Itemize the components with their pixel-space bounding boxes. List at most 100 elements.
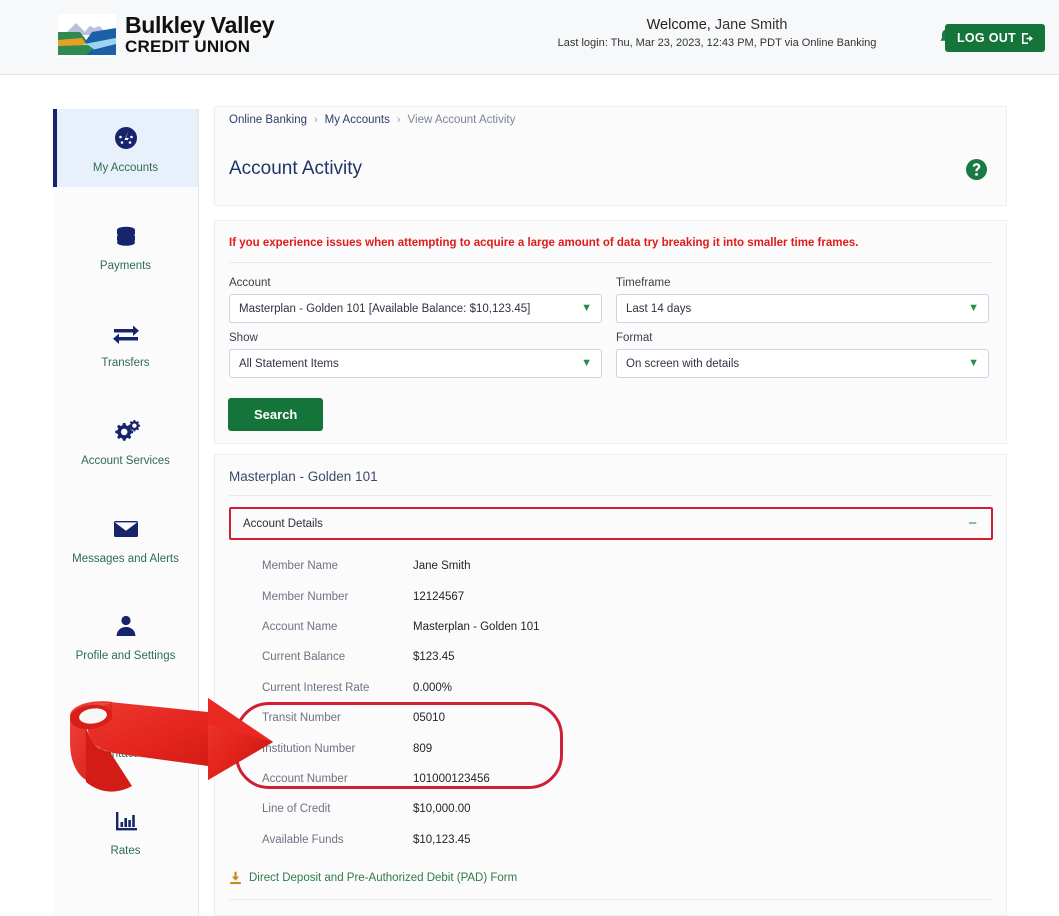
sidebar-item-profile-and-settings[interactable]: Profile and Settings	[53, 597, 198, 675]
table-row-transit-number: Transit Number 05010	[229, 703, 993, 733]
row-label: Transit Number	[262, 712, 341, 725]
sidebar-item-my-accounts[interactable]: My Accounts	[53, 109, 198, 187]
table-row: Current Balance $123.45	[229, 642, 993, 672]
brand-wordmark: Bulkley Valley CREDIT UNION	[125, 12, 275, 57]
download-icon	[230, 871, 241, 885]
sidebar-item-label: Contact Us	[97, 747, 154, 760]
row-value: Masterplan - Golden 101	[413, 620, 540, 633]
help-circle-icon[interactable]	[965, 158, 988, 181]
show-field-label: Show	[229, 332, 258, 344]
brand-line-1: Bulkley Valley	[125, 12, 275, 38]
sidebar-item-label: Payments	[99, 259, 152, 272]
row-value: 05010	[413, 712, 445, 725]
sidebar-item-messages-and-alerts[interactable]: Messages and Alerts	[53, 500, 198, 578]
format-field: Format On screen with details ▼	[616, 332, 989, 378]
account-details-accordion-header[interactable]: Account Details −	[229, 507, 993, 540]
breadcrumb: Online Banking › My Accounts › View Acco…	[214, 106, 1007, 133]
sidebar-item-contact-us[interactable]: Contact Us	[53, 695, 198, 773]
sidebar-item-account-services[interactable]: Account Services	[53, 402, 198, 480]
table-row-institution-number: Institution Number 809	[229, 733, 993, 763]
divider	[229, 899, 993, 900]
sidebar-item-transfers[interactable]: Transfers	[53, 304, 198, 382]
timeframe-select[interactable]: Last 14 days ▼	[616, 294, 989, 323]
account-select-value: Masterplan - Golden 101 [Available Balan…	[239, 302, 531, 315]
account-heading: Masterplan - Golden 101	[229, 469, 378, 484]
account-results-card: Masterplan - Golden 101 Account Details …	[214, 454, 1007, 916]
exchange-arrows-icon	[111, 318, 141, 348]
divider	[229, 495, 993, 496]
sidebar-item-payments[interactable]: Payments	[53, 207, 198, 285]
account-field-label: Account	[229, 277, 271, 289]
search-filter-card: If you experience issues when attempting…	[214, 220, 1007, 444]
account-field: Account Masterplan - Golden 101 [Availab…	[229, 277, 602, 323]
sidebar-item-label: Transfers	[101, 357, 150, 370]
row-value: 101000123456	[413, 772, 490, 785]
timeframe-select-value: Last 14 days	[626, 302, 692, 315]
account-details-list: Member Name Jane Smith Member Number 121…	[229, 551, 993, 855]
row-value: Jane Smith	[413, 560, 471, 573]
brand-line-2: CREDIT UNION	[125, 37, 251, 56]
breadcrumb-item-view-account-activity: View Account Activity	[407, 114, 516, 126]
table-row: Available Funds $10,123.45	[229, 825, 993, 855]
row-value: $10,123.45	[413, 833, 471, 846]
user-icon	[113, 611, 139, 641]
gauge-icon	[112, 709, 140, 739]
timeframe-field-label: Timeframe	[616, 277, 671, 289]
breadcrumb-separator: ›	[396, 114, 401, 126]
chevron-down-icon: ▼	[581, 302, 592, 314]
format-select-value: On screen with details	[626, 357, 740, 370]
format-select[interactable]: On screen with details ▼	[616, 349, 989, 378]
row-label: Line of Credit	[262, 803, 331, 816]
table-row: Account Name Masterplan - Golden 101	[229, 612, 993, 642]
account-select[interactable]: Masterplan - Golden 101 [Available Balan…	[229, 294, 602, 323]
show-select[interactable]: All Statement Items ▼	[229, 349, 602, 378]
sign-out-icon	[1022, 32, 1033, 44]
mountain-valley-logo	[58, 14, 116, 57]
welcome-block: Welcome, Jane Smith Last login: Thu, Mar…	[507, 17, 927, 49]
page-title: Account Activity	[229, 158, 363, 179]
breadcrumb-item-online-banking[interactable]: Online Banking	[229, 114, 307, 126]
last-login-text: Last login: Thu, Mar 23, 2023, 12:43 PM,…	[557, 37, 877, 49]
user-name: Jane Smith	[714, 17, 788, 33]
table-row: Member Number 12124567	[229, 581, 993, 611]
sidebar-item-label: Messages and Alerts	[72, 552, 179, 565]
sidebar-item-label: My Accounts	[92, 162, 159, 174]
pad-form-link[interactable]: Direct Deposit and Pre-Authorized Debit …	[249, 872, 517, 884]
coins-stack-icon	[112, 221, 140, 251]
bar-chart-icon	[113, 806, 139, 836]
breadcrumb-item-my-accounts[interactable]: My Accounts	[325, 114, 390, 126]
row-label: Member Name	[262, 560, 339, 573]
show-select-value: All Statement Items	[239, 357, 339, 370]
sidebar-item-label: Account Services	[81, 454, 170, 467]
primary-sidebar: My Accounts Payments Transfers Account S…	[53, 109, 199, 916]
row-label: Current Balance	[262, 651, 346, 664]
chevron-down-icon: ▼	[581, 357, 592, 369]
envelope-icon	[111, 514, 141, 544]
brand-logo[interactable]: Bulkley Valley CREDIT UNION	[58, 12, 275, 57]
sidebar-item-rates[interactable]: Rates	[53, 792, 198, 870]
welcome-prefix: Welcome,	[646, 17, 711, 33]
row-label: Institution Number	[262, 742, 356, 755]
gauge-icon	[112, 123, 140, 153]
row-value: $10,000.00	[413, 803, 471, 816]
search-button[interactable]: Search	[228, 398, 324, 431]
row-label: Member Number	[262, 590, 349, 603]
logout-button[interactable]: LOG OUT	[944, 24, 1045, 52]
row-label: Account Number	[262, 772, 348, 785]
row-value: 12124567	[413, 590, 465, 603]
row-value: 809	[413, 742, 433, 755]
row-value: $123.45	[413, 651, 455, 664]
collapse-toggle-icon[interactable]: −	[968, 516, 977, 531]
show-field: Show All Statement Items ▼	[229, 332, 602, 378]
pad-form-row[interactable]: Direct Deposit and Pre-Authorized Debit …	[229, 871, 993, 885]
row-value: 0.000%	[413, 681, 453, 694]
breadcrumb-separator: ›	[314, 114, 318, 126]
row-label: Account Name	[262, 620, 338, 633]
welcome-line: Welcome, Jane Smith	[507, 17, 927, 33]
row-label: Current Interest Rate	[262, 681, 370, 694]
app-header: Bulkley Valley CREDIT UNION Welcome, Jan…	[0, 0, 1059, 75]
